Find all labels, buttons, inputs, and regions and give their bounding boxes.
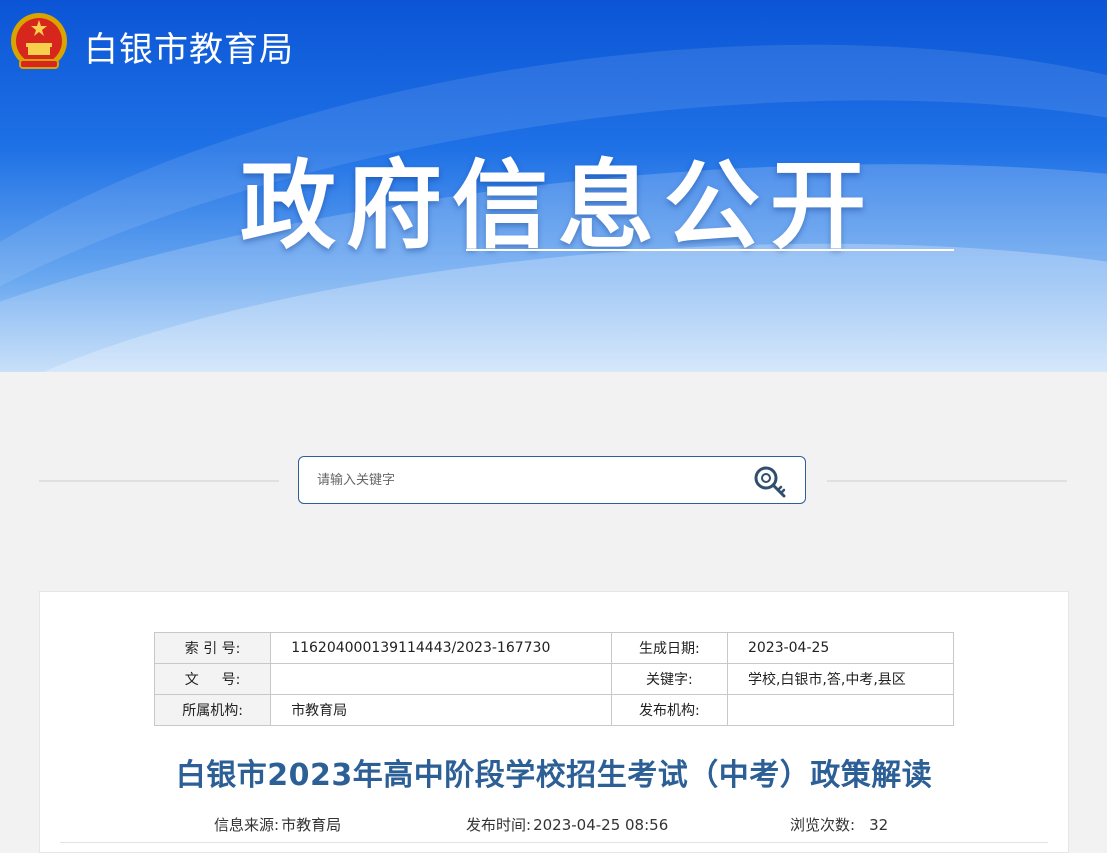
meta-value-keywords: 学校,白银市,答,中考,县区 bbox=[726, 663, 955, 695]
search-input[interactable] bbox=[317, 470, 737, 490]
meta-label-org: 所属机构: bbox=[153, 694, 272, 726]
main-content: 索 引 号: 116204000139114443/2023-167730 生成… bbox=[3, 372, 1103, 853]
article-title: 白银市2023年高中阶段学校招生考试（中考）政策解读 bbox=[175, 758, 933, 793]
info-time-label: 发布时间: bbox=[466, 816, 532, 834]
divider bbox=[60, 842, 1048, 843]
meta-value-date: 2023-04-25 bbox=[726, 632, 955, 664]
meta-label-docno: 文 号: bbox=[153, 663, 272, 695]
info-source: 信息来源: 市教育局 bbox=[214, 814, 341, 835]
national-emblem-icon[interactable] bbox=[8, 10, 70, 76]
header-banner: 白银市教育局 政府信息公开 bbox=[0, 0, 1107, 372]
meta-value-org: 市教育局 bbox=[270, 694, 612, 726]
table-row: 所属机构: 市教育局 发布机构: bbox=[153, 694, 955, 726]
info-publish-time: 发布时间: 2023-04-25 08:56 bbox=[466, 814, 668, 835]
info-views-value: 32 bbox=[869, 816, 889, 834]
meta-value-publisher bbox=[726, 694, 955, 726]
meta-label-date: 生成日期: bbox=[610, 632, 728, 664]
metadata-table: 索 引 号: 116204000139114443/2023-167730 生成… bbox=[153, 632, 955, 726]
search-box bbox=[298, 456, 806, 504]
meta-value-docno bbox=[270, 663, 612, 695]
info-time-value: 2023-04-25 08:56 bbox=[533, 816, 669, 834]
info-source-label: 信息来源: bbox=[214, 816, 280, 834]
banner-title: 政府信息公开 bbox=[240, 150, 876, 262]
meta-label-publisher: 发布机构: bbox=[610, 694, 728, 726]
search-divider-right bbox=[827, 480, 1067, 482]
table-row: 索 引 号: 116204000139114443/2023-167730 生成… bbox=[153, 632, 955, 664]
site-name[interactable]: 白银市教育局 bbox=[84, 22, 294, 71]
table-row: 文 号: 关键字: 学校,白银市,答,中考,县区 bbox=[153, 663, 955, 695]
search-divider-left bbox=[39, 480, 279, 482]
meta-value-index: 116204000139114443/2023-167730 bbox=[270, 632, 612, 664]
info-views-label: 浏览次数: bbox=[790, 816, 856, 834]
meta-label-index: 索 引 号: bbox=[153, 632, 272, 664]
article-card: 索 引 号: 116204000139114443/2023-167730 生成… bbox=[39, 591, 1069, 853]
banner-title-underline bbox=[466, 249, 954, 251]
info-source-value: 市教育局 bbox=[281, 816, 342, 834]
search-key-icon[interactable] bbox=[749, 463, 791, 499]
meta-label-keywords: 关键字: bbox=[610, 663, 728, 695]
info-views: 浏览次数: 32 bbox=[790, 814, 888, 835]
